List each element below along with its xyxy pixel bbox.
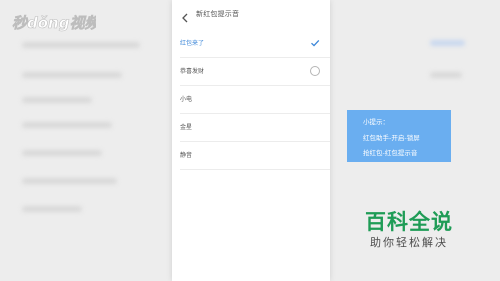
back-button[interactable] <box>179 9 191 23</box>
chevron-left-icon <box>182 13 188 23</box>
background-blur-line <box>22 150 102 156</box>
radio-unselected-icon[interactable] <box>310 66 320 76</box>
background-blur-line <box>22 206 82 212</box>
background-blur-line <box>430 40 465 46</box>
list-item-option-4[interactable]: 金星 <box>180 114 330 142</box>
list-item-option-1[interactable]: 红包来了 <box>180 30 330 58</box>
ringtone-list: 红包来了 恭喜发财 小电 金星 静音 <box>172 30 330 170</box>
option-label: 恭喜发财 <box>180 68 205 75</box>
brand-title: 百科全说 <box>365 210 453 234</box>
tip-line: 抢红包-红包提示音 <box>363 149 418 157</box>
check-icon <box>311 39 320 47</box>
logo-graphic: 秒dǒng视频 <box>12 14 103 33</box>
option-label: 小电 <box>180 96 193 103</box>
background-blur-line <box>22 42 140 48</box>
background-blur-line <box>22 97 92 103</box>
page-title: 新红包提示音 <box>196 10 240 18</box>
background-blur-line <box>22 178 117 184</box>
tip-line: 红包助手-开启-锁屏 <box>363 134 420 142</box>
tip-heading: 小提示： <box>363 118 389 126</box>
brand-subtitle: 助你轻松解决 <box>370 236 448 249</box>
tip-box: 小提示： 红包助手-开启-锁屏 抢红包-红包提示音 <box>347 110 451 162</box>
phone-screen: 新红包提示音 红包来了 恭喜发财 小电 金星 静音 <box>172 0 330 281</box>
option-label: 静音 <box>180 152 193 159</box>
miaodong-logo: 秒dǒng视频 <box>10 8 103 36</box>
list-item-option-3[interactable]: 小电 <box>180 86 330 114</box>
svg-text:秒dǒng视频: 秒dǒng视频 <box>12 14 96 32</box>
list-item-option-2[interactable]: 恭喜发财 <box>180 58 330 86</box>
option-label: 金星 <box>180 124 193 131</box>
option-label: 红包来了 <box>180 40 205 47</box>
background-blur-line <box>430 72 462 78</box>
list-item-option-5[interactable]: 静音 <box>180 142 330 170</box>
background-blur-line <box>22 122 112 128</box>
background-blur-line <box>22 72 122 78</box>
top-bar: 新红包提示音 <box>172 0 330 30</box>
